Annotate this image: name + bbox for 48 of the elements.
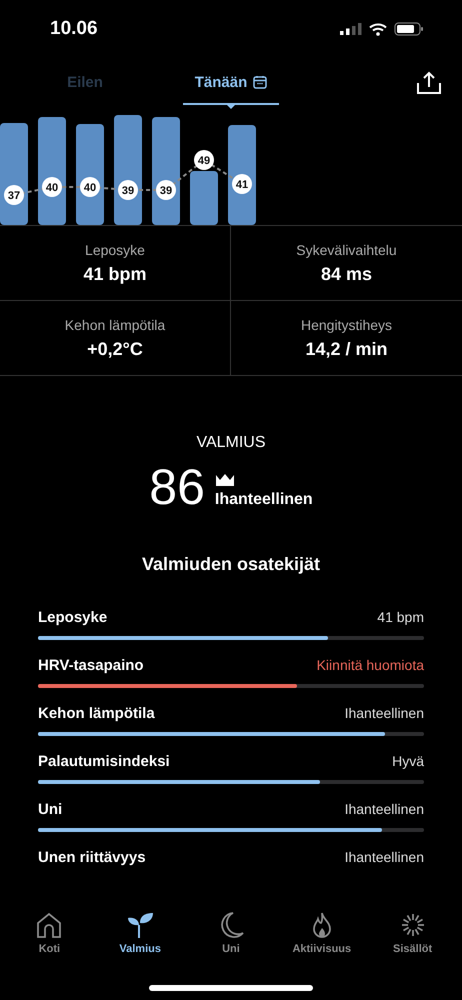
signal-icon bbox=[340, 23, 362, 35]
house-icon bbox=[35, 911, 64, 939]
nav-tab[interactable]: Aktiivisuus bbox=[282, 911, 362, 955]
factor-label: HRV-tasapaino bbox=[38, 657, 144, 674]
wifi-icon bbox=[369, 22, 387, 36]
battery-icon bbox=[394, 22, 424, 36]
crown-icon bbox=[214, 473, 235, 487]
factor-label: Unen riittävyys bbox=[38, 849, 146, 866]
factor-label: Uni bbox=[38, 801, 62, 818]
sprout-icon bbox=[126, 911, 154, 939]
value-label: 40 bbox=[80, 177, 100, 197]
nav-tab[interactable]: Uni bbox=[190, 911, 271, 955]
value-label: 37 bbox=[4, 185, 24, 205]
section-title: Valmiuden osatekijät bbox=[142, 554, 320, 575]
factor-value: Ihanteellinen bbox=[344, 705, 424, 721]
readiness-score: 86 bbox=[149, 458, 205, 516]
metric-label: Leposyke bbox=[85, 242, 145, 258]
value-label: 40 bbox=[42, 177, 62, 197]
value-label: 41 bbox=[232, 174, 252, 194]
metric-label: Hengitystiheys bbox=[300, 316, 392, 332]
nav-tab[interactable]: Sisällöt bbox=[372, 911, 453, 955]
share-icon[interactable] bbox=[416, 71, 442, 95]
nav-tab[interactable]: Valmius bbox=[100, 911, 180, 955]
factor-label: Kehon lämpötila bbox=[38, 705, 155, 722]
factor-value: Ihanteellinen bbox=[344, 801, 424, 817]
metric-label: Kehon lämpötila bbox=[64, 316, 166, 332]
nav-tab[interactable]: Koti bbox=[9, 911, 90, 955]
metric-value: 14,2 / min bbox=[305, 338, 388, 360]
factor-label: Palautumisindeksi bbox=[38, 753, 170, 770]
status-time: 10.06 bbox=[50, 18, 98, 40]
value-label: 39 bbox=[156, 180, 176, 200]
factor-value: Hyvä bbox=[392, 753, 424, 769]
day-tab[interactable]: Tänään bbox=[183, 61, 279, 105]
factor-value: 41 bpm bbox=[377, 609, 424, 625]
metric-value: 41 bpm bbox=[83, 264, 147, 284]
readiness-rating: Ihanteellinen bbox=[214, 491, 313, 509]
factor-value: Ihanteellinen bbox=[344, 849, 424, 865]
metric-value: +0,2°C bbox=[87, 338, 143, 360]
metric-value: 84 ms bbox=[320, 264, 372, 284]
calendar-icon bbox=[253, 75, 268, 89]
tab-pointer-icon bbox=[225, 103, 237, 109]
factor-value: Kiinnitä huomiota bbox=[316, 657, 424, 673]
metric-label: Sykevälivaihtelu bbox=[296, 242, 397, 258]
readiness-title: VALMIUS bbox=[196, 434, 266, 452]
chart-bar bbox=[190, 171, 218, 225]
value-label: 49 bbox=[194, 150, 214, 170]
factor-label: Leposyke bbox=[38, 609, 108, 626]
value-label: 39 bbox=[118, 180, 138, 200]
